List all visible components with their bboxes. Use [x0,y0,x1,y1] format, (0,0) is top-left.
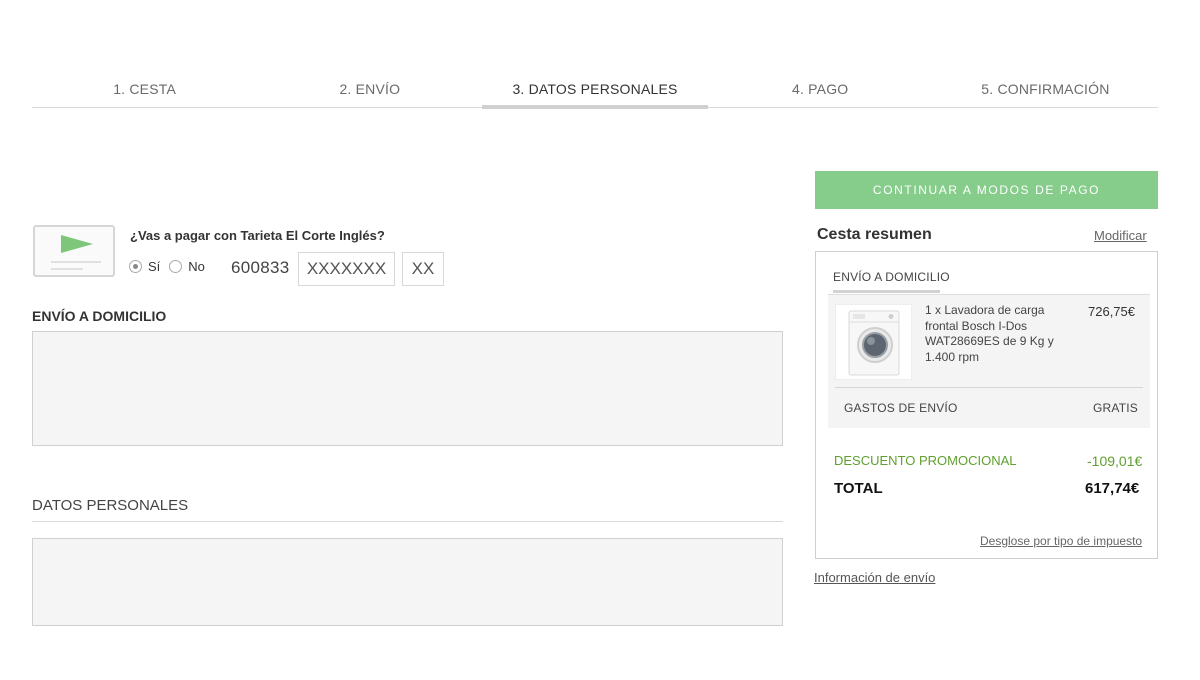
product-description: 1 x Lavadora de carga frontal Bosch I-Do… [925,303,1054,364]
discount-label: DESCUENTO PROMOCIONAL [834,453,1017,468]
step-datos-personales[interactable]: 3. DATOS PERSONALES [482,78,708,109]
radio-no-label[interactable]: No [188,259,205,274]
step-confirmacion[interactable]: 5. CONFIRMACIÓN [933,78,1158,107]
summary-title: Cesta resumen [817,226,932,243]
checkout-steps: 1. CESTA 2. ENVÍO 3. DATOS PERSONALES 4.… [32,78,1158,109]
continue-to-payment-button[interactable]: CONTINUAR A MODOS DE PAGO [815,171,1158,209]
card-question: ¿Vas a pagar con Tarieta El Corte Inglés… [130,228,385,243]
washing-machine-image [835,304,912,380]
total-label: TOTAL [834,480,883,497]
radio-no[interactable] [169,260,183,273]
shipping-cost-value: GRATIS [1093,401,1138,415]
summary-tab-underline [833,290,940,293]
step-cesta[interactable]: 1. CESTA [32,78,257,107]
modify-link[interactable]: Modificar [1094,228,1147,243]
card-play-icon [33,225,115,277]
discount-value: -109,01€ [1087,453,1143,469]
radio-yes[interactable] [129,260,142,273]
personal-data-box[interactable] [32,538,783,626]
step-envio[interactable]: 2. ENVÍO [257,78,482,107]
personal-section-title: DATOS PERSONALES [32,497,189,514]
shipping-address-box[interactable] [32,331,783,446]
personal-section-divider [32,521,783,522]
card-radio-group: Sí No [129,259,214,274]
shipping-cost-label: GASTOS DE ENVÍO [844,401,958,415]
tax-breakdown-link[interactable]: Desglose por tipo de impuesto [980,534,1142,548]
shipping-info-link[interactable]: Información de envío [814,570,935,585]
total-value: 617,74€ [1085,480,1140,497]
shipping-section-title: ENVÍO A DOMICILIO [32,308,167,324]
card-number-middle-field[interactable]: XXXXXXX [298,252,395,286]
radio-yes-label[interactable]: Sí [148,259,160,274]
product-price: 726,75€ [1088,304,1135,319]
summary-tab-home-delivery[interactable]: ENVÍO A DOMICILIO [833,270,950,284]
card-number-prefix: 600833 [231,258,290,277]
card-number-end-field[interactable]: XX [402,252,444,286]
step-pago[interactable]: 4. PAGO [708,78,933,107]
product-panel-divider [835,387,1143,388]
